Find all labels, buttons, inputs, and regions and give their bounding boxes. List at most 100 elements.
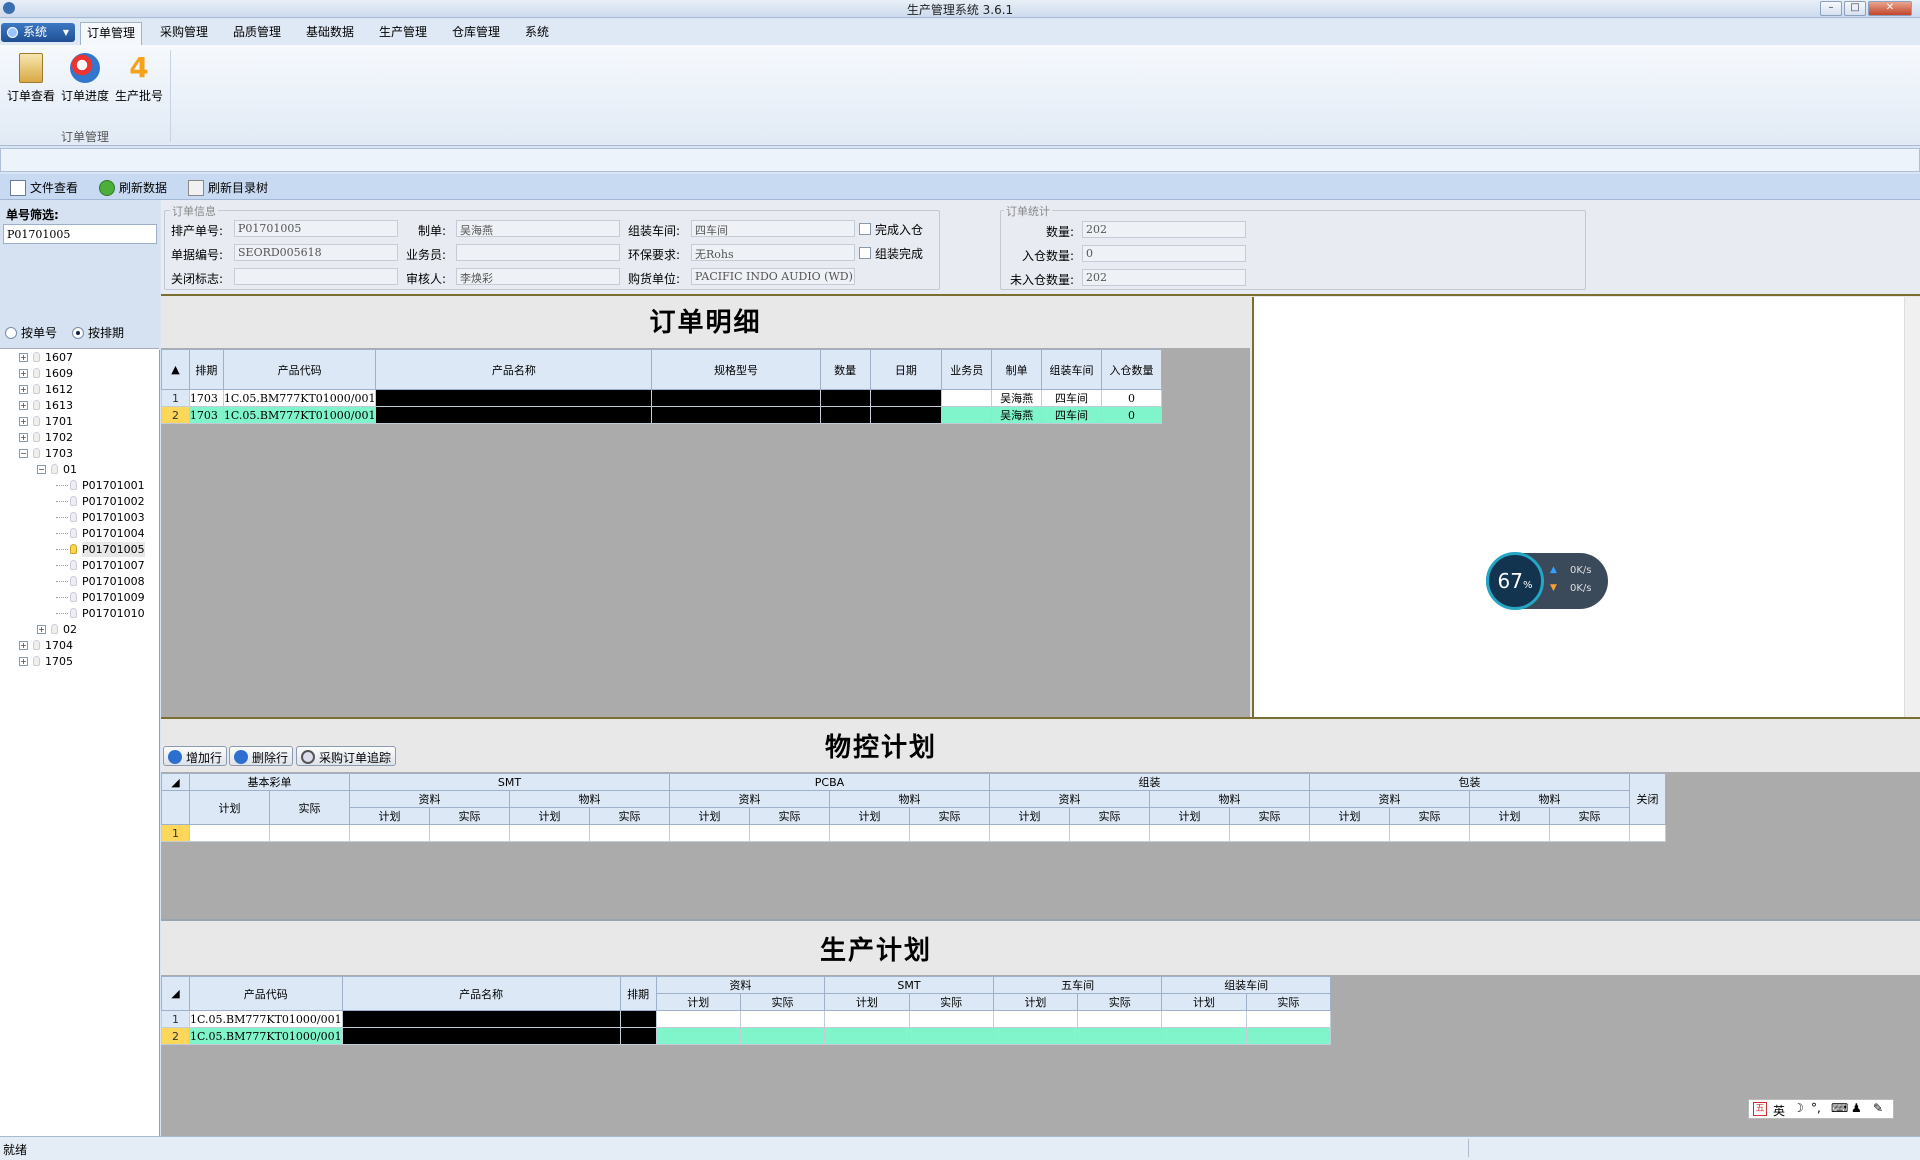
cell[interactable] [1629, 824, 1666, 842]
expand-icon[interactable]: + [19, 417, 28, 426]
cell[interactable] [189, 824, 270, 842]
col-header-plan[interactable]: 计划 [829, 807, 910, 825]
tab-order-management[interactable]: 订单管理 [80, 22, 143, 45]
product-code-cell[interactable]: 1C.05.BM777KT01000/001 [222, 389, 377, 407]
col-header-actual[interactable]: 实际 [1245, 993, 1332, 1011]
cell[interactable] [349, 824, 430, 842]
system-menu-button[interactable]: 系统 ▼ [1, 23, 75, 42]
product-code-cell[interactable]: 1C.05.BM777KT01000/001 [189, 1027, 343, 1045]
tab-system[interactable]: 系统 [519, 22, 555, 45]
col-header-assembly[interactable]: 组装 [989, 773, 1310, 791]
col-header-plan[interactable]: 计划 [1469, 807, 1550, 825]
close-button[interactable]: ✕ [1868, 1, 1912, 16]
row-number[interactable]: 1 [161, 389, 190, 407]
tree-leaf[interactable]: P01701003 [56, 510, 145, 525]
prod-no-field[interactable]: P01701005 [234, 220, 398, 237]
col-header-actual[interactable]: 实际 [1229, 807, 1310, 825]
expand-icon[interactable]: + [37, 625, 46, 634]
expand-icon[interactable]: + [19, 353, 28, 362]
workshop-cell[interactable]: 四车间 [1041, 406, 1103, 424]
tree-leaf[interactable]: P01701004 [56, 526, 145, 541]
col-header-plan[interactable]: 计划 [349, 807, 430, 825]
row-number[interactable]: 1 [161, 824, 190, 842]
tree-node[interactable]: +1612 [19, 382, 73, 397]
file-view-button[interactable]: 文件查看 [10, 180, 78, 196]
cell[interactable] [655, 1010, 741, 1028]
delete-row-button[interactable]: 删除行 [229, 746, 294, 766]
collapse-icon[interactable]: − [37, 465, 46, 474]
table-row[interactable]: 1 1703 1C.05.BM777KT01000/001 吴海燕 四车间 0 [161, 389, 1162, 407]
product-name-cell-redacted[interactable] [341, 1010, 621, 1028]
tree-leaf[interactable]: P01701010 [56, 606, 145, 621]
col-header-actual[interactable]: 实际 [589, 807, 670, 825]
cell[interactable] [829, 824, 910, 842]
grid-corner[interactable]: ▲ [161, 349, 190, 390]
cell[interactable] [509, 824, 590, 842]
tree-leaf[interactable]: P01701009 [56, 590, 145, 605]
in-qty-cell[interactable]: 0 [1101, 389, 1162, 407]
col-header-actual[interactable]: 实际 [749, 807, 830, 825]
workshop-cell[interactable]: 四车间 [1041, 389, 1103, 407]
tab-purchasing[interactable]: 采购管理 [154, 22, 214, 45]
cell[interactable] [655, 1027, 741, 1045]
col-header-actual[interactable]: 实际 [908, 993, 994, 1011]
not-in-qty-field[interactable]: 202 [1082, 269, 1246, 286]
col-header-actual[interactable]: 实际 [739, 993, 826, 1011]
period-cell[interactable]: 1703 [188, 389, 224, 407]
col-header-plan[interactable]: 计划 [824, 993, 910, 1011]
tree-node[interactable]: − 1703 [19, 446, 73, 461]
cell[interactable] [908, 1010, 994, 1028]
col-header-actual[interactable]: 实际 [429, 807, 510, 825]
table-row-selected[interactable]: 2 1703 1C.05.BM777KT01000/001 吴海燕 四车间 0 [161, 406, 1162, 424]
reviewer-field[interactable]: 李焕彩 [456, 268, 620, 285]
cell[interactable] [1149, 824, 1230, 842]
col-header-basic[interactable]: 基本彩单 [189, 773, 350, 791]
product-code-cell[interactable]: 1C.05.BM777KT01000/001 [189, 1010, 343, 1028]
doc-no-field[interactable]: SEORD005618 [234, 244, 398, 261]
order-filter-input[interactable]: P01701005 [3, 224, 157, 244]
moon-icon[interactable]: ☽ [1793, 1101, 1804, 1115]
cell[interactable] [1161, 1010, 1247, 1028]
vertical-scrollbar[interactable] [1904, 297, 1920, 717]
col-header-material[interactable]: 物料 [1469, 790, 1630, 808]
col-header-material[interactable]: 物料 [829, 790, 990, 808]
wrench-icon[interactable]: ✎ [1873, 1101, 1883, 1115]
col-header-plan[interactable]: 计划 [1149, 807, 1230, 825]
maker-cell[interactable]: 吴海燕 [991, 389, 1043, 407]
expand-icon[interactable]: + [19, 401, 28, 410]
col-header-close[interactable]: 关闭 [1629, 773, 1666, 825]
cell[interactable] [1389, 824, 1470, 842]
complete-in-checkbox[interactable]: 完成入仓 [859, 221, 923, 238]
cell[interactable] [1309, 824, 1390, 842]
cell[interactable] [1077, 1010, 1163, 1028]
col-header-packaging[interactable]: 包装 [1309, 773, 1630, 791]
workshop-field[interactable]: 四车间 [691, 220, 855, 237]
product-name-cell-redacted[interactable] [341, 1027, 621, 1045]
cell[interactable] [1245, 1010, 1332, 1028]
col-header-product-name[interactable]: 产品名称 [341, 976, 621, 1011]
tree-leaf[interactable]: P01701007 [56, 558, 145, 573]
track-purchase-button[interactable]: 采购订单追踪 [296, 746, 397, 766]
col-header-plan[interactable]: 计划 [1161, 993, 1247, 1011]
tree-node[interactable]: +1702 [19, 430, 73, 445]
order-view-button[interactable]: 订单查看 [5, 51, 57, 106]
cell[interactable] [589, 824, 670, 842]
col-header-data[interactable]: 资料 [1309, 790, 1470, 808]
tree-node[interactable]: +1609 [19, 366, 73, 381]
buyer-field[interactable]: PACIFIC INDO AUDIO (WD) [691, 268, 855, 285]
tree-node[interactable]: +1607 [19, 350, 73, 365]
col-header-plan[interactable]: 计划 [992, 993, 1079, 1011]
cell[interactable] [429, 824, 510, 842]
product-name-cell-redacted[interactable] [375, 406, 653, 424]
table-row-selected[interactable]: 2 1C.05.BM777KT01000/001 [161, 1027, 1332, 1045]
col-header-data[interactable]: 资料 [669, 790, 830, 808]
tree-node[interactable]: +1705 [19, 654, 73, 669]
sales-cell[interactable] [941, 406, 993, 424]
env-field[interactable]: 无Rohs [691, 244, 855, 261]
close-flag-field[interactable] [234, 268, 398, 285]
in-qty-field[interactable]: 0 [1082, 245, 1246, 262]
grid-corner[interactable]: ◢ [161, 976, 190, 1011]
tab-warehouse[interactable]: 仓库管理 [446, 22, 506, 45]
col-header-plan[interactable]: 计划 [1309, 807, 1390, 825]
qty-field[interactable]: 202 [1082, 221, 1246, 238]
